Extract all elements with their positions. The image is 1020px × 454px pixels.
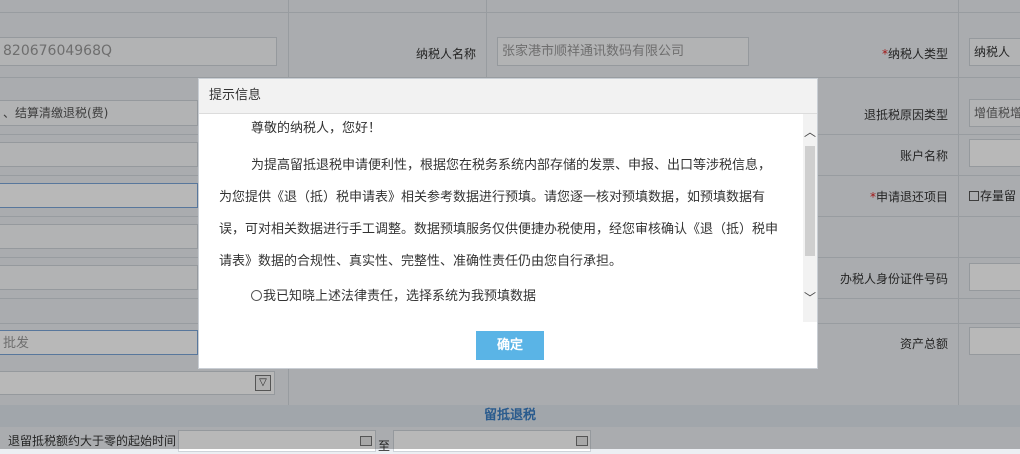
confirm-button[interactable]: 确定 [476,331,544,360]
dialog-paragraph: 为提高留抵退税申请便利性，根据您在税务系统内部存储的发票、申报、出口等涉税信息，… [219,158,779,269]
scroll-down-icon[interactable]: ﹀ [803,290,817,306]
notice-dialog: 提示信息 尊敬的纳税人，您好！ 为提高留抵退税申请便利性，根据您在税务系统内部存… [198,78,818,369]
dialog-scrollbar[interactable]: ︿ ﹀ [803,114,817,322]
dialog-greeting: 尊敬的纳税人，您好！ [251,121,382,136]
scroll-up-icon[interactable]: ︿ [803,124,817,140]
radio-icon [251,290,262,301]
scroll-thumb[interactable] [805,146,815,256]
dialog-title: 提示信息 [199,79,817,114]
agree-radio[interactable]: 我已知晓上述法律责任，选择系统为我预填数据 [219,282,783,312]
dialog-body: 尊敬的纳税人，您好！ 为提高留抵退税申请便利性，根据您在税务系统内部存储的发票、… [199,114,803,322]
